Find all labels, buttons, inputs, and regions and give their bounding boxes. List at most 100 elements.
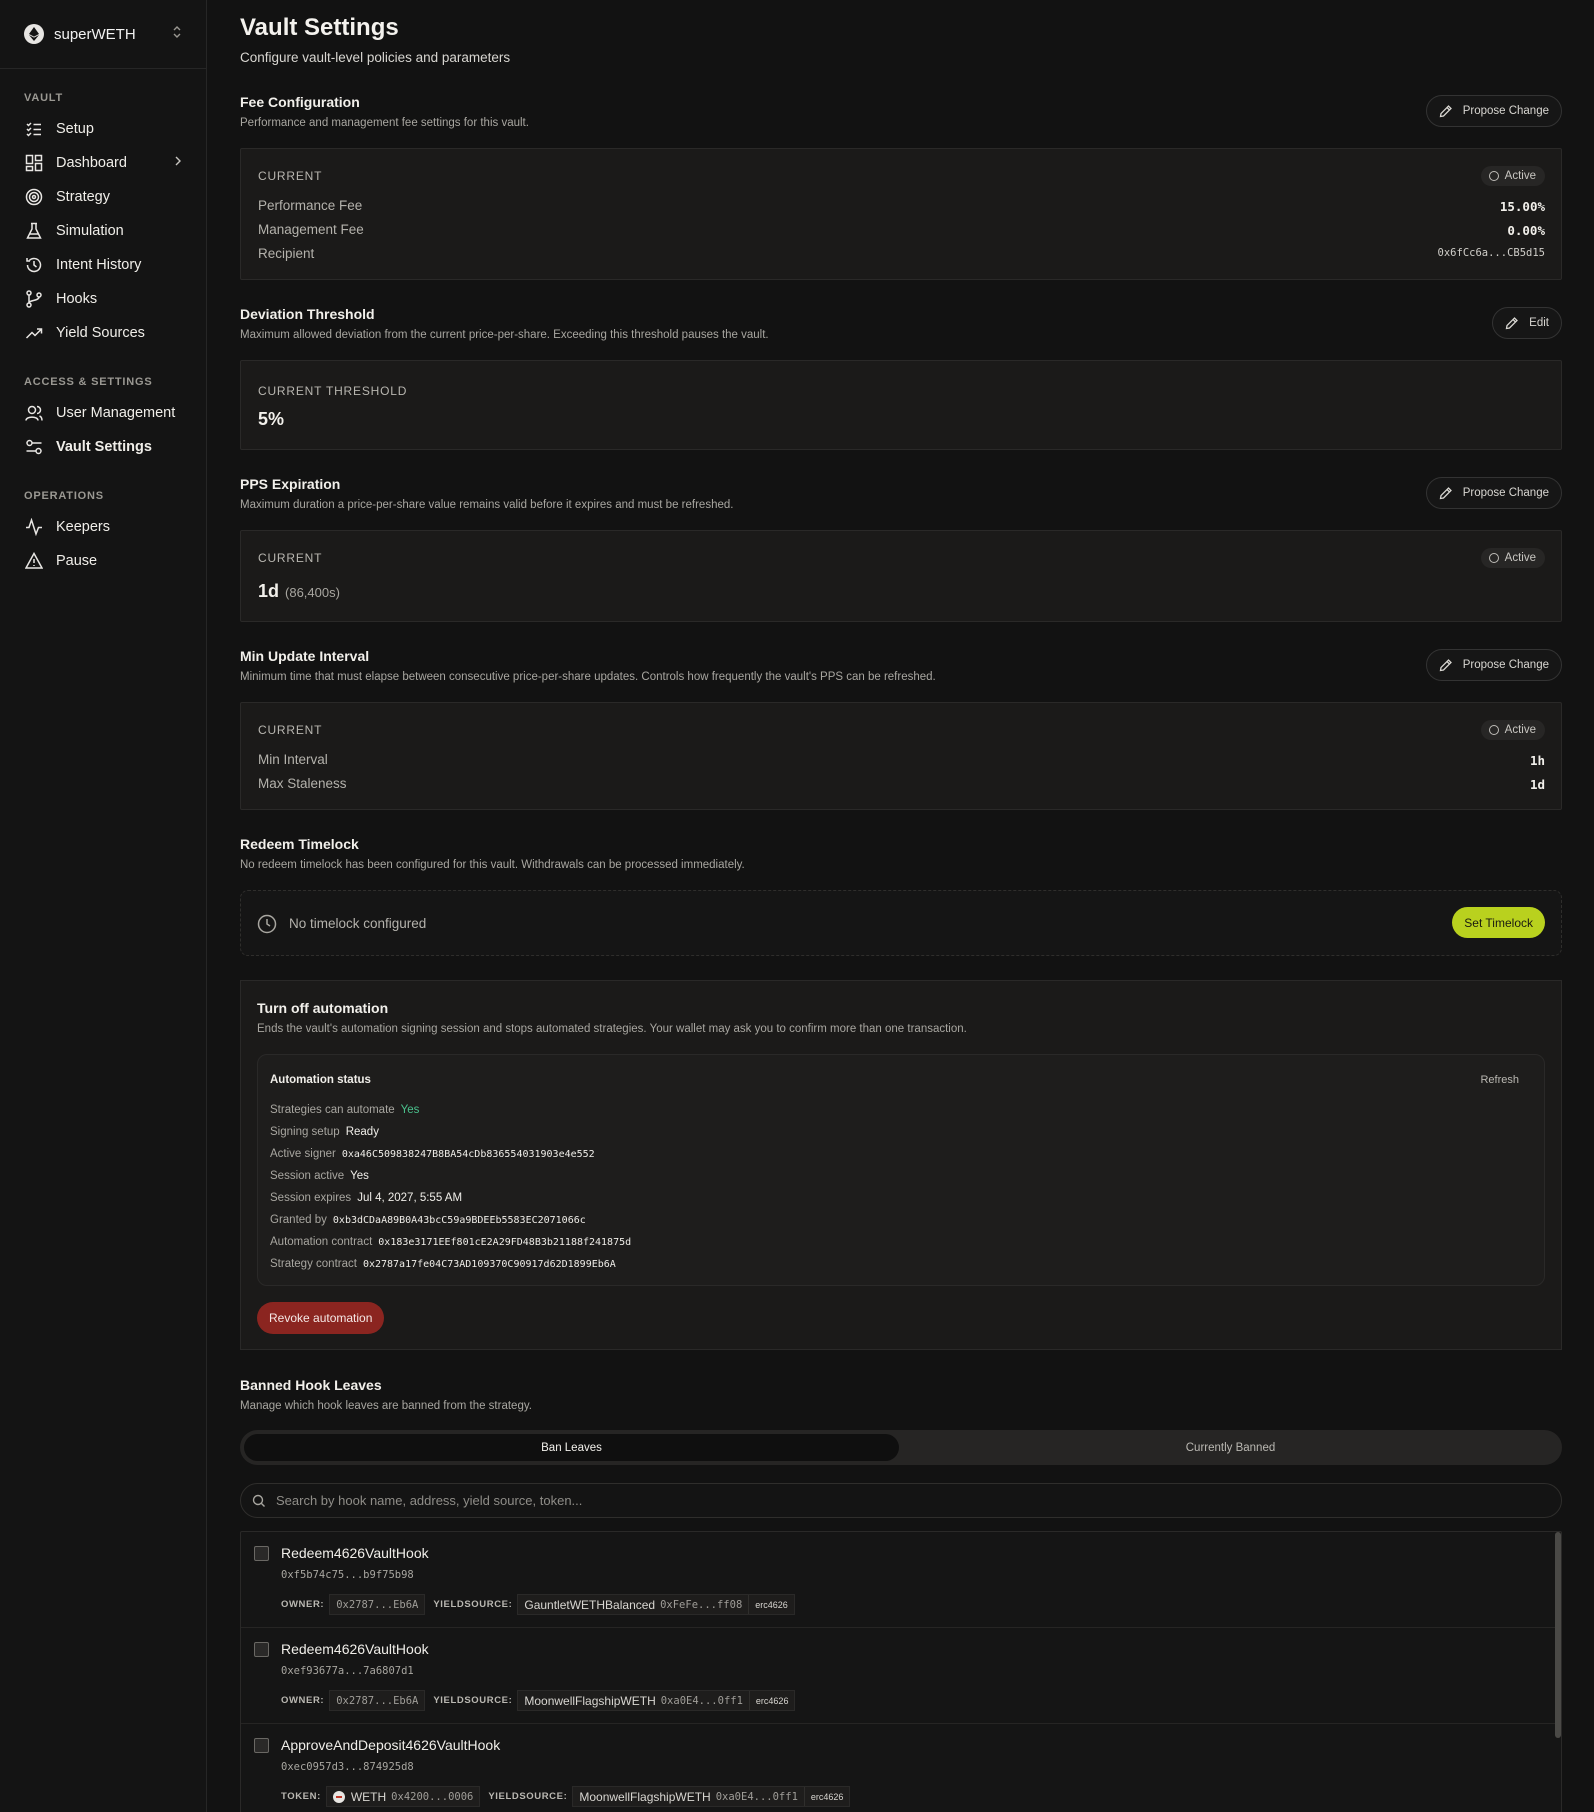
min-update-caption: CURRENT: [258, 723, 323, 737]
activity-icon: [24, 517, 44, 537]
sidebar-item-vault-settings[interactable]: Vault Settings: [0, 430, 206, 464]
sidebar-item-dashboard[interactable]: Dashboard: [0, 146, 206, 180]
hook-name: ApproveAndDeposit4626VaultHook: [281, 1737, 501, 1753]
timelock-title: Redeem Timelock: [240, 836, 359, 852]
status-value: 0xa46C509838247B8BA54cDb836554031903e4e5…: [341, 1149, 595, 1160]
set-timelock-button[interactable]: Set Timelock: [1452, 907, 1545, 938]
sidebar-item-user-management[interactable]: User Management: [0, 396, 206, 430]
sidebar-item-pause[interactable]: Pause: [0, 544, 206, 578]
meta-label: OWNER:: [281, 1599, 325, 1610]
search-input[interactable]: [276, 1493, 1550, 1508]
sidebar-item-keepers[interactable]: Keepers: [0, 510, 206, 544]
users-icon: [24, 403, 44, 423]
list-scrollbar[interactable]: [1555, 1532, 1561, 1738]
refresh-button[interactable]: Refresh: [1480, 1074, 1519, 1086]
status-badge: Active: [1480, 166, 1545, 186]
sidebar-item-intent-history[interactable]: Intent History: [0, 248, 206, 282]
timelock-card: No timelock configured Set Timelock: [240, 890, 1562, 956]
yieldsource-address: 0xFeFe...ff08: [660, 1598, 743, 1611]
banned-title: Banned Hook Leaves: [240, 1377, 382, 1393]
status-label: Session active: [270, 1170, 345, 1182]
yieldsource-name: GauntletWETHBalanced: [524, 1597, 656, 1612]
deviation-title: Deviation Threshold: [240, 306, 375, 322]
fee-row-label: Management Fee: [258, 222, 364, 237]
circle-icon: [1488, 725, 1499, 735]
status-row: Strategy contract 0x2787a17fe04C73AD10937…: [270, 1258, 616, 1270]
history-icon: [24, 255, 44, 275]
sidebar-item-yield-sources[interactable]: Yield Sources: [0, 316, 206, 350]
status-badge: Active: [1480, 548, 1545, 568]
button-label: Propose Change: [1462, 487, 1549, 499]
automation-title: Turn off automation: [257, 1000, 389, 1016]
hook-checkbox[interactable]: [254, 1642, 269, 1657]
min-update-title: Min Update Interval: [240, 648, 370, 664]
timelock-desc: No redeem timelock has been configured f…: [240, 859, 745, 871]
weth-token-icon: [332, 1790, 345, 1803]
pencil-icon: [1439, 659, 1452, 672]
chevron-right-icon: [174, 155, 182, 171]
token-name: WETH: [350, 1789, 387, 1804]
circle-icon: [1488, 553, 1499, 563]
tab-ban-leaves[interactable]: Ban Leaves: [244, 1434, 899, 1461]
settings-sliders-icon: [24, 437, 44, 457]
pencil-icon: [1505, 317, 1519, 330]
status-label: Strategies can automate: [270, 1104, 395, 1116]
min-update-propose-change-button[interactable]: Propose Change: [1425, 649, 1562, 681]
yieldsource-tag: erc4626: [748, 1595, 794, 1614]
button-label: Propose Change: [1462, 105, 1549, 117]
circle-icon: [1488, 171, 1499, 181]
warning-icon: [24, 551, 44, 571]
revoke-automation-button[interactable]: Revoke automation: [257, 1302, 385, 1334]
status-row: Signing setup Ready: [270, 1126, 379, 1138]
automation-status-box: Automation status Refresh Strategies can…: [257, 1054, 1545, 1286]
automation-card: Turn off automation Ends the vault's aut…: [240, 980, 1562, 1350]
yieldsource-tag: erc4626: [748, 1691, 795, 1710]
meta-label: YIELDSOURCE:: [488, 1791, 568, 1802]
sidebar-item-setup[interactable]: Setup: [0, 112, 206, 146]
yieldsource-chip: GauntletWETHBalanced 0xFeFe...ff08 erc462…: [517, 1594, 795, 1615]
pps-value-main: 1d: [258, 581, 280, 601]
status-label: Automation contract: [270, 1236, 373, 1248]
fee-propose-change-button[interactable]: Propose Change: [1425, 95, 1562, 127]
sidebar-item-hooks[interactable]: Hooks: [0, 282, 206, 316]
sidebar-item-simulation[interactable]: Simulation: [0, 214, 206, 248]
target-icon: [24, 187, 44, 207]
status-value: 0x2787a17fe04C73AD109370C90917d62D1899Eb…: [362, 1259, 616, 1270]
meta-label: YIELDSOURCE:: [433, 1695, 513, 1706]
page-subtitle: Configure vault-level policies and param…: [240, 50, 511, 65]
hook-checkbox[interactable]: [254, 1546, 269, 1561]
button-label: Edit: [1529, 317, 1549, 329]
yieldsource-address: 0xa0E4...0ff1: [660, 1694, 743, 1707]
deviation-edit-button[interactable]: Edit: [1492, 307, 1562, 339]
min-update-row-label: Max Staleness: [258, 776, 347, 791]
status-value: Yes: [350, 1170, 369, 1182]
vault-switcher[interactable]: superWETH: [0, 0, 206, 69]
yieldsource-name: MoonwellFlagshipWETH: [579, 1789, 711, 1804]
hook-checkbox[interactable]: [254, 1738, 269, 1753]
status-row: Granted by 0xb3dCDaA89B0A43bcC59a9BDEEb55…: [270, 1214, 586, 1226]
tab-currently-banned[interactable]: Currently Banned: [903, 1434, 1558, 1461]
status-row: Automation contract 0x183e3171EEf801cE2A2…: [270, 1236, 631, 1248]
status-row: Strategies can automate Yes: [270, 1104, 419, 1116]
deviation-value: 5%: [258, 409, 285, 429]
grid-icon: [24, 153, 44, 173]
sidebar-section-access: ACCESS & SETTINGS User Management Vault …: [0, 376, 206, 464]
chevron-up-down-icon: [172, 25, 182, 44]
fee-row-value: 0.00%: [1507, 223, 1545, 238]
section-label: ACCESS & SETTINGS: [24, 376, 153, 388]
hook-address: 0xec0957d3...874925d8: [281, 1761, 414, 1773]
nav-label: Keepers: [56, 519, 111, 535]
list-item: ApproveAndDeposit4626VaultHook 0xec0957d…: [241, 1724, 1555, 1812]
deviation-card: CURRENT THRESHOLD 5%: [240, 360, 1562, 450]
hook-name: Redeem4626VaultHook: [281, 1641, 429, 1657]
yieldsource-name: MoonwellFlagshipWETH: [524, 1693, 656, 1708]
meta-label: TOKEN:: [281, 1791, 321, 1802]
deviation-desc: Maximum allowed deviation from the curre…: [240, 329, 769, 341]
status-value: Jul 4, 2027, 5:55 AM: [357, 1192, 463, 1204]
badge-label: Active: [1504, 552, 1536, 564]
yieldsource-chip: MoonwellFlagshipWETH 0xa0E4...0ff1 erc462…: [517, 1690, 796, 1711]
pps-propose-change-button[interactable]: Propose Change: [1425, 477, 1562, 509]
banned-tabs: Ban Leaves Currently Banned: [240, 1430, 1562, 1465]
sidebar-item-strategy[interactable]: Strategy: [0, 180, 206, 214]
min-update-desc: Minimum time that must elapse between co…: [240, 671, 936, 683]
